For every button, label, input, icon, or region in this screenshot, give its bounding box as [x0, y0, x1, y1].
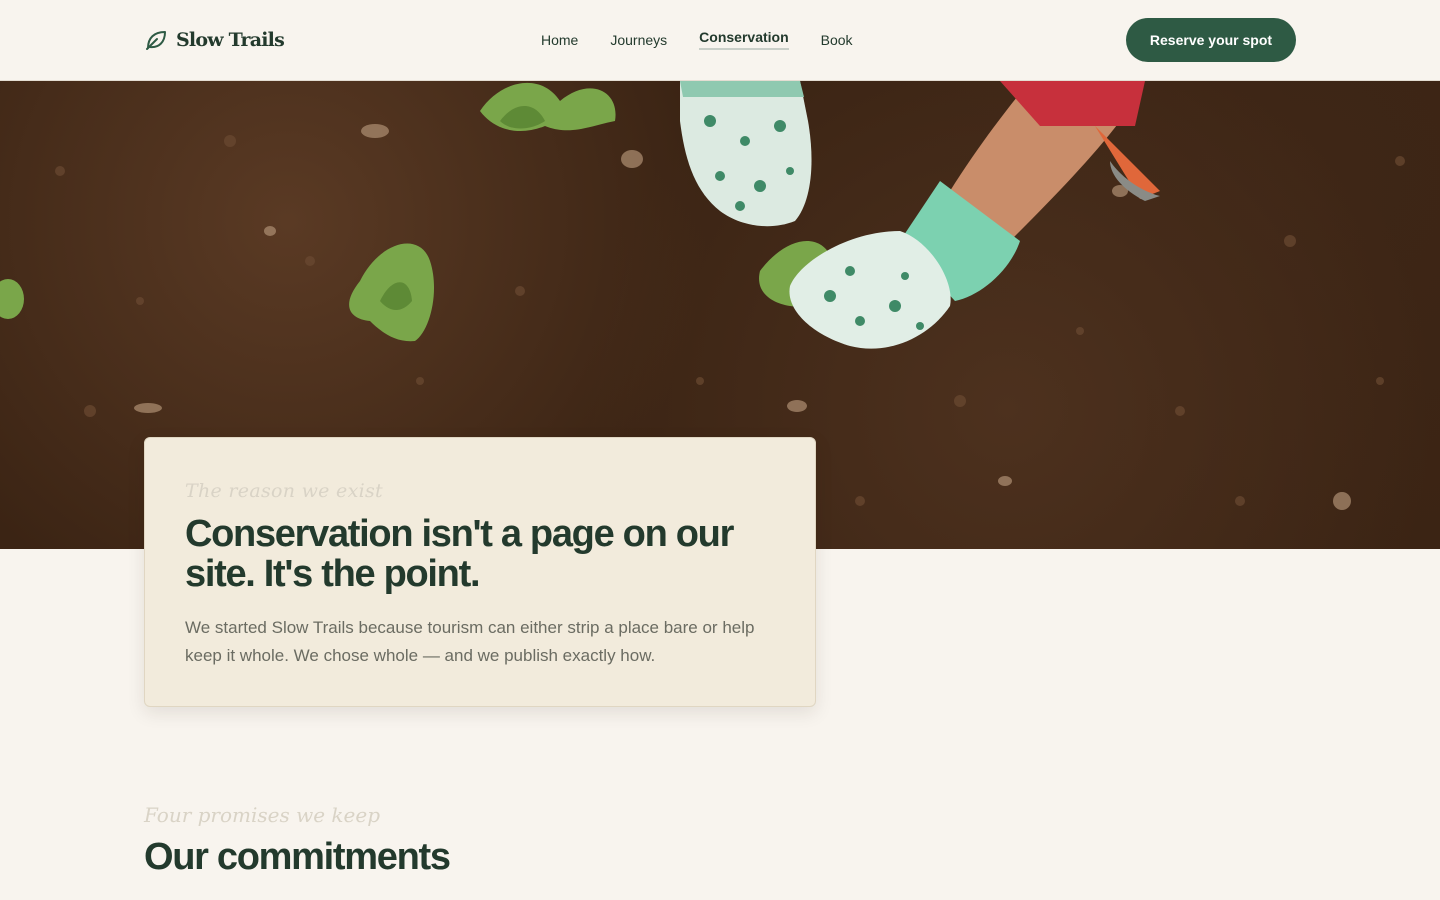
leaf-icon [146, 31, 166, 50]
main-nav: Home Journeys Conservation Book [541, 29, 853, 53]
nav-conservation[interactable]: Conservation [699, 26, 789, 50]
intro-body: We started Slow Trails because tourism c… [185, 618, 755, 665]
commitments-title: Our commitments [144, 836, 451, 878]
intro-eyebrow: The reason we exist [185, 480, 383, 502]
commitments-eyebrow: Four promises we keep [144, 803, 381, 827]
brand-name: Slow Trails [176, 29, 285, 51]
nav-book[interactable]: Book [821, 29, 853, 53]
page-title: Conservation isn't a page on our site. I… [185, 513, 734, 595]
reserve-spot-button[interactable]: Reserve your spot [1126, 18, 1296, 62]
intro-card: The reason we exist Conservation isn't a… [144, 437, 816, 707]
site-header: Slow Trails Home Journeys Conservation B… [0, 0, 1440, 81]
nav-journeys[interactable]: Journeys [610, 29, 667, 53]
brand-logo[interactable]: Slow Trails [144, 28, 285, 52]
nav-home[interactable]: Home [541, 29, 578, 53]
